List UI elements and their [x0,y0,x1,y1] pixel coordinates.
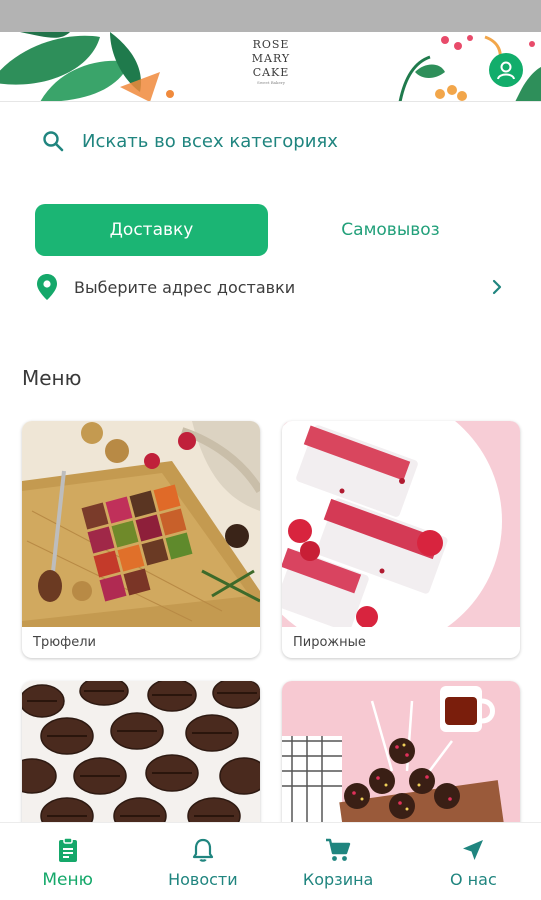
bell-icon [189,836,217,864]
app-header: ROSE MARY CAKE Sweet Bakery [0,32,541,102]
menu-section-title: Меню [22,366,82,390]
clipboard-icon [54,836,82,864]
status-bar [0,0,541,32]
user-icon [497,61,515,80]
category-card-chocolate[interactable] [22,681,260,841]
nav-item-menu[interactable]: Меню [0,823,135,900]
nav-label: Корзина [302,870,374,889]
nav-label: Новости [168,870,238,889]
cart-icon [324,836,352,864]
category-card-cake-pops[interactable] [282,681,520,841]
pickup-tab-button[interactable]: Самовывоз [274,204,507,256]
navigation-arrow-icon [459,836,487,864]
category-label: Пирожные [293,634,366,650]
delivery-tab-button[interactable]: Доставку [35,204,268,256]
nav-item-about[interactable]: О нас [406,823,541,900]
category-card-cakes[interactable]: Пирожные [282,421,520,658]
category-label: Трюфели [33,634,97,650]
nav-item-cart[interactable]: Корзина [271,823,406,900]
location-pin-icon [37,274,57,300]
chocolate-beans-image [22,681,260,841]
search-input[interactable] [82,130,482,152]
category-card-truffles[interactable]: Трюфели [22,421,260,658]
bottom-navigation: Меню Новости Корзина О нас [0,822,541,900]
brand-line-3: CAKE [252,66,290,79]
cake-pops-image [282,681,520,841]
search-bar[interactable] [22,118,522,164]
delivery-address-selector[interactable]: Выберите адрес доставки [22,268,522,306]
search-icon [38,126,68,156]
nav-label: Меню [42,869,93,890]
delivery-address-label: Выберите адрес доставки [74,277,296,297]
truffles-image [22,421,260,627]
brand-line-2: MARY [251,52,291,65]
nav-label: О нас [450,870,497,889]
brand-line-1: ROSE [252,38,290,51]
brand-tagline: Sweet Bakery [256,80,286,85]
cakes-image [282,421,520,627]
brand-logo[interactable]: ROSE MARY CAKE Sweet Bakery [228,38,314,86]
chevron-right-icon [492,279,502,295]
nav-item-news[interactable]: Новости [135,823,270,900]
profile-button[interactable] [489,53,523,87]
